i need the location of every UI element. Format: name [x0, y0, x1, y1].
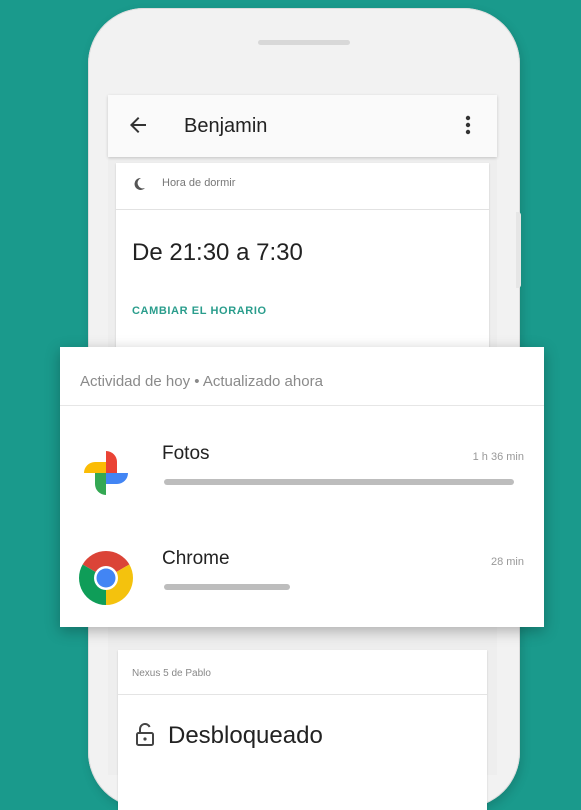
activity-title: Actividad de hoy • Actualizado ahora	[80, 373, 323, 390]
app-name-fotos: Fotos	[162, 443, 210, 464]
usage-bar-chrome	[164, 584, 514, 590]
app-row-chrome[interactable]: Chrome 28 min	[60, 532, 544, 632]
bedtime-card-header: Hora de dormir	[116, 163, 489, 210]
activity-header: Actividad de hoy • Actualizado ahora	[60, 347, 544, 406]
app-bar: Benjamin	[108, 95, 497, 157]
lock-open-icon	[136, 723, 154, 746]
phone-side-button	[516, 212, 521, 288]
usage-time-chrome: 28 min	[490, 556, 524, 568]
change-schedule-button[interactable]: CAMBIAR EL HORARIO	[132, 305, 267, 317]
device-card-divider	[118, 694, 487, 695]
more-vert-icon[interactable]	[458, 113, 478, 137]
page-title: Benjamin	[184, 115, 268, 137]
phone-speaker	[258, 40, 350, 45]
usage-bar-fill-chrome	[164, 584, 290, 590]
usage-bar-fill-fotos	[164, 479, 514, 485]
moon-icon	[134, 177, 145, 190]
bedtime-range: De 21:30 a 7:30	[132, 239, 303, 266]
activity-card: Actividad de hoy • Actualizado ahora Fot…	[60, 347, 544, 627]
usage-time-fotos: 1 h 36 min	[472, 451, 524, 463]
google-photos-icon	[84, 451, 128, 495]
app-row-fotos[interactable]: Fotos 1 h 36 min	[60, 427, 544, 527]
back-arrow-icon[interactable]	[126, 113, 150, 137]
app-name-chrome: Chrome	[162, 548, 230, 569]
usage-bar-fotos	[164, 479, 514, 485]
bedtime-label: Hora de dormir	[162, 177, 236, 189]
chrome-icon	[79, 551, 133, 605]
device-label: Nexus 5 de Pablo	[132, 668, 211, 679]
bedtime-card: Hora de dormir De 21:30 a 7:30 CAMBIAR E…	[116, 163, 489, 363]
device-status: Desbloqueado	[168, 722, 323, 749]
